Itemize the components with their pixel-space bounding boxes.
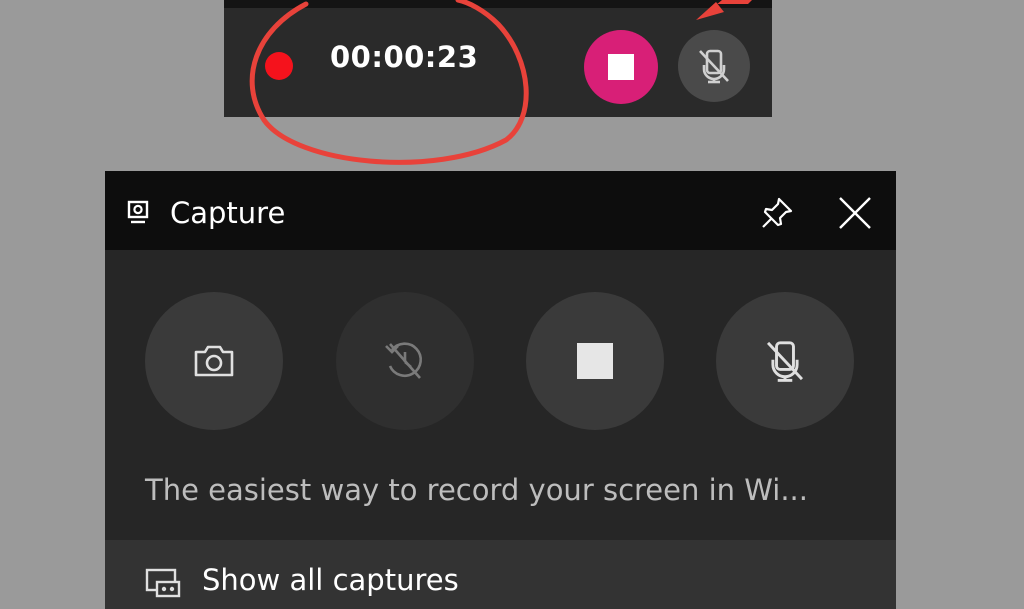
screenshot-button[interactable]	[145, 292, 283, 430]
pin-button[interactable]	[755, 191, 799, 235]
record-last-icon	[385, 342, 422, 379]
stop-square-icon	[608, 54, 634, 80]
capture-title: Capture	[170, 196, 286, 230]
camera-icon	[194, 345, 234, 377]
gallery-icon	[145, 568, 181, 598]
show-all-captures-link[interactable]: Show all captures	[105, 540, 896, 609]
mic-muted-icon	[766, 341, 804, 382]
stop-recording-button[interactable]	[584, 30, 658, 104]
capture-header: Capture	[105, 171, 896, 250]
mic-toggle-button[interactable]	[678, 30, 750, 102]
screen: 00:00:23 Capture The easiest way to reco…	[0, 0, 1024, 609]
stop-square-icon	[577, 343, 613, 379]
show-all-captures-label: Show all captures	[202, 563, 459, 597]
recording-bar-top-strip	[224, 0, 772, 8]
capture-description: The easiest way to record your screen in…	[145, 473, 808, 507]
capture-widget: Capture The easiest way to record your s…	[105, 171, 896, 609]
recording-timer: 00:00:23	[330, 40, 479, 74]
capture-widget-icon	[127, 200, 149, 224]
record-last-30s-button[interactable]	[336, 292, 474, 430]
close-icon	[839, 197, 871, 229]
stop-recording-widget-button[interactable]	[526, 292, 664, 430]
mic-muted-icon	[699, 49, 729, 84]
recording-indicator	[265, 52, 293, 80]
close-button[interactable]	[833, 191, 877, 235]
pin-icon	[762, 197, 793, 228]
mic-toggle-widget-button[interactable]	[716, 292, 854, 430]
